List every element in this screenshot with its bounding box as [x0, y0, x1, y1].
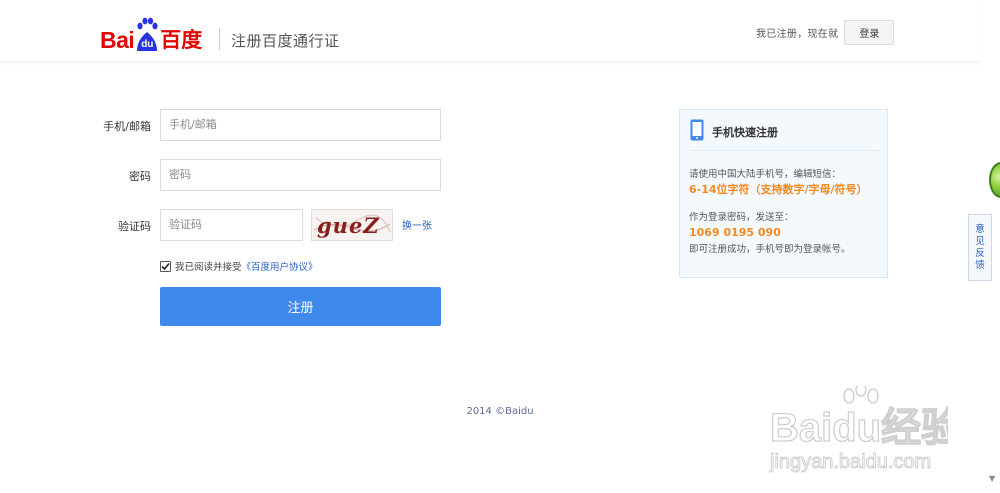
captcha-text: gueZ [317, 213, 380, 238]
login-button[interactable]: 登录 [844, 20, 895, 45]
password-input[interactable]: 密码 [160, 159, 441, 191]
baidu-logo[interactable]: Bai du 百度 [100, 14, 202, 52]
feedback-char: 见 [975, 235, 985, 247]
header: Bai du 百度 注册百度通行证 我已注册，现在就 登录 [0, 0, 980, 62]
feedback-tab[interactable]: 意 见 反 馈 [968, 214, 992, 281]
watermark-brand: Baidu经验 [770, 406, 948, 450]
paw-icon: du [135, 16, 159, 52]
phone-email-input[interactable]: 手机/邮箱 [160, 109, 441, 141]
captcha-image[interactable]: gueZ [311, 209, 393, 241]
sms-number: 1069 0195 090 [689, 226, 781, 239]
mobile-phone-icon [690, 119, 704, 145]
sms-box-divider [690, 150, 879, 151]
agreement-row: 我已阅读并接受 《百度用户协议》 [160, 259, 318, 273]
floating-ball-icon[interactable] [989, 162, 1000, 198]
phone-email-label: 手机/邮箱 [103, 120, 151, 133]
header-login-area: 我已注册，现在就 登录 [756, 20, 895, 45]
feedback-char: 反 [975, 247, 985, 259]
scroll-down-arrow-icon[interactable]: ▼ [989, 474, 995, 483]
logo-du-text: du [141, 39, 154, 50]
user-agreement-link[interactable]: 《百度用户协议》 [242, 259, 318, 273]
baidu-jingyan-watermark: Baidu经验 jingyan.baidu.com [768, 383, 962, 478]
register-page: Bai du 百度 注册百度通行证 我已注册，现在就 登录 手机/邮箱 手机/邮… [0, 0, 1000, 493]
sms-success-text: 即可注册成功，手机号即为登录帐号。 [689, 244, 851, 255]
page-title: 注册百度通行证 [231, 32, 340, 50]
captcha-label: 验证码 [118, 220, 151, 233]
sms-send-to-text: 作为登录密码，发送至： [689, 212, 794, 223]
agreement-text: 我已阅读并接受 [175, 262, 242, 273]
sms-box-title: 手机快速注册 [712, 126, 778, 139]
watermark-url: jingyan.baidu.com [769, 451, 931, 473]
checkmark-icon [161, 262, 170, 270]
refresh-captcha-link[interactable]: 换一张 [402, 217, 432, 232]
sms-instruction-text: 请使用中国大陆手机号，编辑短信： [689, 169, 842, 180]
sms-register-box: 手机快速注册 请使用中国大陆手机号，编辑短信： 6-14位字符（支持数字/字母/… [679, 109, 888, 278]
feedback-char: 馈 [975, 259, 985, 271]
already-registered-text: 我已注册，现在就 [756, 29, 839, 40]
agreement-checkbox[interactable] [160, 260, 171, 272]
sms-password-rule: 6-14位字符（支持数字/字母/符号） [689, 183, 868, 196]
sms-box-header: 手机快速注册 [690, 119, 778, 145]
captcha-input[interactable]: 验证码 [160, 209, 303, 241]
logo-cn-text: 百度 [160, 28, 203, 52]
password-label: 密码 [129, 170, 151, 183]
logo-bai-text: Bai [100, 27, 135, 53]
register-button[interactable]: 注册 [160, 287, 441, 326]
feedback-char: 意 [975, 223, 985, 235]
header-divider [219, 28, 220, 50]
